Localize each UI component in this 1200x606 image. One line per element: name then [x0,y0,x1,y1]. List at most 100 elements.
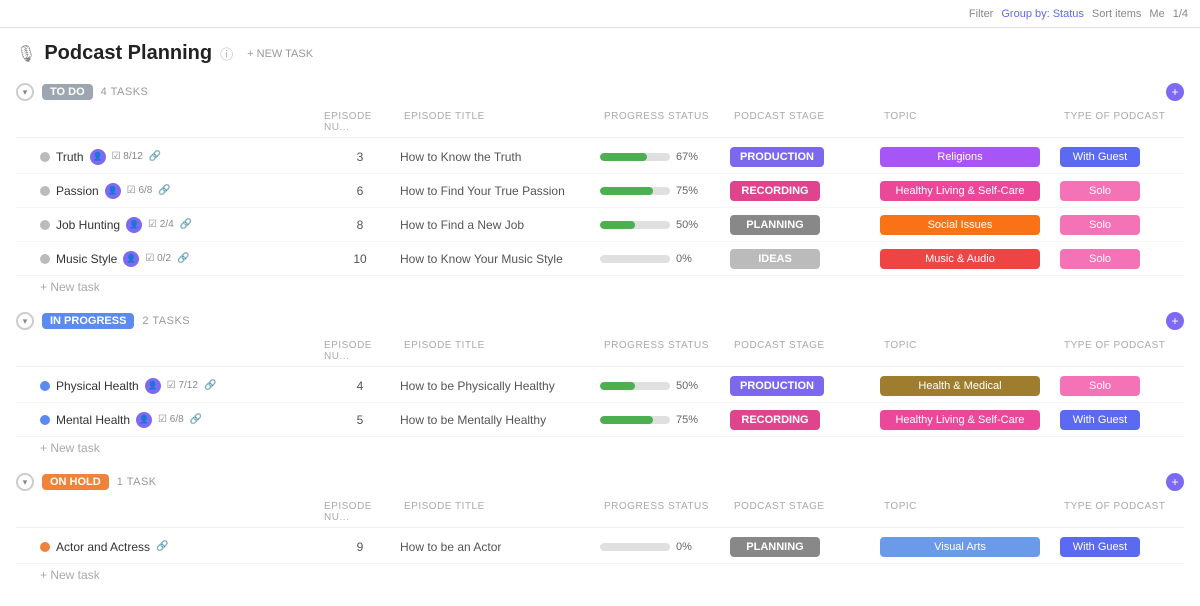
section-toggle-onhold[interactable]: ▾ [16,473,34,491]
add-task-circle-todo[interactable]: + [1166,83,1184,101]
col-header-type: TYPE OF PODCAST [1060,338,1200,364]
stage-cell[interactable]: RECORDING [730,410,880,430]
group-by-label[interactable]: Group by: Status [1001,8,1084,20]
type-cell[interactable]: Solo [1060,249,1200,269]
task-link-icon[interactable]: 🔗 [204,380,216,391]
type-badge: With Guest [1060,537,1140,557]
topic-cell[interactable]: Healthy Living & Self-Care [880,410,1060,430]
col-header-episode_num: EPISODE NU... [320,338,400,364]
episode-number: 6 [320,184,400,198]
task-name-cell: Music Style 👤☑ 0/2 🔗 [40,251,320,267]
new-task-button[interactable]: + NEW TASK [241,46,319,62]
col-header-type: TYPE OF PODCAST [1060,499,1200,525]
progress-text: 75% [676,414,704,426]
task-subtask: ☑ 7/12 [167,380,198,391]
col-header-topic: TOPIC [880,499,1060,525]
topic-cell[interactable]: Healthy Living & Self-Care [880,181,1060,201]
task-link-icon[interactable]: 🔗 [180,219,192,230]
avatar: 👤 [105,183,121,199]
col-header-episode_title: EPISODE TITLE [400,109,600,135]
task-dot [40,415,50,425]
progress-text: 75% [676,185,704,197]
section-header-actions: + [1158,83,1184,101]
type-cell[interactable]: With Guest [1060,410,1200,430]
top-bar: Filter Group by: Status Sort items Me 1/… [0,0,1200,28]
section-header-todo: ▾ TO DO 4 TASKS + [16,79,1184,105]
progress-text: 67% [676,151,704,163]
episode-number: 9 [320,540,400,554]
task-name[interactable]: Passion [56,184,99,198]
type-cell[interactable]: Solo [1060,215,1200,235]
col-header-episode_num: EPISODE NU... [320,499,400,525]
task-name-cell: Truth 👤☑ 8/12 🔗 [40,149,320,165]
progress-cell: 50% [600,380,730,392]
progress-text: 0% [676,253,704,265]
task-dot [40,381,50,391]
filter-label[interactable]: Filter [969,8,993,20]
table-row: Music Style 👤☑ 0/2 🔗 10How to Know Your … [16,242,1184,276]
task-name[interactable]: Music Style [56,252,117,266]
col-header-progress: PROGRESS STATUS [600,109,730,135]
stage-badge: PLANNING [730,215,820,235]
type-cell[interactable]: Solo [1060,376,1200,396]
table-row: Passion 👤☑ 6/8 🔗 6How to Find Your True … [16,174,1184,208]
topic-cell[interactable]: Social Issues [880,215,1060,235]
stage-cell[interactable]: RECORDING [730,181,880,201]
page-title: Podcast Planning [44,42,212,65]
task-name-cell: Passion 👤☑ 6/8 🔗 [40,183,320,199]
section-todo: ▾ TO DO 4 TASKS + EPISODE NU...EPISODE T… [16,79,1184,298]
task-link-icon[interactable]: 🔗 [156,541,168,552]
task-name[interactable]: Mental Health [56,413,130,427]
section-toggle-inprogress[interactable]: ▾ [16,312,34,330]
progress-cell: 0% [600,253,730,265]
stage-cell[interactable]: PLANNING [730,215,880,235]
task-name-cell: Actor and Actress 🔗 [40,540,320,554]
progress-bar-bg [600,416,670,424]
type-cell[interactable]: With Guest [1060,537,1200,557]
task-link-icon[interactable]: 🔗 [158,185,170,196]
topic-cell[interactable]: Health & Medical [880,376,1060,396]
task-name[interactable]: Actor and Actress [56,540,150,554]
episode-title: How to be Mentally Healthy [400,413,600,427]
task-name[interactable]: Truth [56,150,84,164]
section-header-actions: + [1158,312,1184,330]
add-task-todo[interactable]: + New task [16,276,1184,298]
section-toggle-todo[interactable]: ▾ [16,83,34,101]
avatar: 👤 [90,149,106,165]
me-label[interactable]: Me [1149,8,1164,20]
add-task-circle-inprogress[interactable]: + [1166,312,1184,330]
info-icon[interactable]: ⓘ [220,44,233,63]
podcast-icon: 🎙 [16,44,36,64]
type-badge: Solo [1060,249,1140,269]
task-name[interactable]: Physical Health [56,379,139,393]
topic-cell[interactable]: Visual Arts [880,537,1060,557]
stage-badge: PLANNING [730,537,820,557]
topic-badge: Health & Medical [880,376,1040,396]
episode-number: 8 [320,218,400,232]
task-link-icon[interactable]: 🔗 [177,253,189,264]
section-count-inprogress: 2 TASKS [142,315,190,327]
stage-cell[interactable]: IDEAS [730,249,880,269]
task-name-cell: Mental Health 👤☑ 6/8 🔗 [40,412,320,428]
episode-title: How to be an Actor [400,540,600,554]
progress-bar-fill [600,416,653,424]
section-onhold: ▾ ON HOLD 1 TASK + EPISODE NU...EPISODE … [16,469,1184,586]
task-link-icon[interactable]: 🔗 [190,414,202,425]
task-name[interactable]: Job Hunting [56,218,120,232]
task-link-icon[interactable]: 🔗 [149,151,161,162]
table-row: Job Hunting 👤☑ 2/4 🔗 8How to Find a New … [16,208,1184,242]
section-badge-inprogress: IN PROGRESS [42,313,134,329]
type-cell[interactable]: With Guest [1060,147,1200,167]
stage-cell[interactable]: PRODUCTION [730,376,880,396]
stage-cell[interactable]: PRODUCTION [730,147,880,167]
stage-cell[interactable]: PLANNING [730,537,880,557]
topic-cell[interactable]: Music & Audio [880,249,1060,269]
type-cell[interactable]: Solo [1060,181,1200,201]
col-header-progress: PROGRESS STATUS [600,499,730,525]
topic-cell[interactable]: Religions [880,147,1060,167]
add-task-inprogress[interactable]: + New task [16,437,1184,459]
add-task-circle-onhold[interactable]: + [1166,473,1184,491]
add-task-onhold[interactable]: + New task [16,564,1184,586]
task-dot [40,220,50,230]
sort-label[interactable]: Sort items [1092,8,1142,20]
